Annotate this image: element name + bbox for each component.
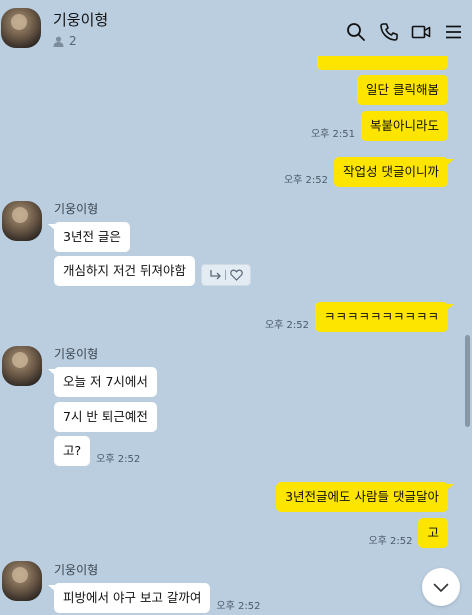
message-row: 고? 오후 2:52: [54, 436, 146, 466]
sender-avatar[interactable]: [2, 201, 42, 241]
message-time: 오후 2:52: [216, 601, 261, 612]
message-bubble[interactable]: 피방에서 야구 보고 갈까여: [47, 583, 211, 613]
scroll-to-bottom-button[interactable]: [422, 568, 460, 606]
message-bubble[interactable]: 복붙아니라도: [360, 111, 448, 141]
sender-avatar[interactable]: [2, 561, 42, 601]
message-bubble[interactable]: 고?: [54, 436, 91, 466]
message-bubble[interactable]: 작업성 댓글이니까: [334, 157, 454, 187]
sender-name: 기웅이형: [54, 347, 99, 361]
heart-icon[interactable]: [230, 266, 243, 285]
message-row: 오후 2:52 ㅋㅋㅋㅋㅋㅋㅋㅋㅋㅋ: [259, 302, 455, 332]
video-call-icon[interactable]: [411, 22, 431, 42]
message-bubble[interactable]: 오늘 저 7시에서: [48, 367, 157, 397]
chat-header: 기웅이형 2: [0, 0, 472, 62]
chat-room-avatar[interactable]: [1, 8, 41, 48]
message-bubble[interactable]: 7시 반 퇴근예전: [54, 402, 157, 432]
message-row: 오후 2:52 작업성 댓글이니까: [278, 157, 454, 187]
message-bubble[interactable]: 3년전글에도 사람들 댓글달아: [276, 482, 454, 512]
message-row: 개심하지 저건 뒤져야함: [54, 256, 251, 286]
message-time: 오후 2:52: [264, 320, 309, 331]
member-count[interactable]: 2: [53, 34, 77, 48]
message-bubble-partial[interactable]: [317, 56, 448, 70]
divider: [225, 270, 227, 280]
message-row: [317, 56, 448, 70]
message-time: 오후 2:52: [368, 536, 413, 547]
menu-icon[interactable]: [444, 22, 464, 42]
message-row: 오후 2:51 복붙아니라도: [305, 111, 448, 141]
message-bubble[interactable]: 3년전 글은: [48, 222, 130, 252]
message-row: 일단 클릭해봄: [357, 75, 448, 105]
message-row: 7시 반 퇴근예전: [54, 402, 157, 432]
message-time: 오후 2:51: [310, 129, 355, 140]
message-bubble[interactable]: 고: [418, 518, 448, 548]
phone-icon[interactable]: [379, 22, 399, 42]
message-row: 오후 2:52 고: [362, 518, 448, 548]
sender-avatar[interactable]: [2, 346, 42, 386]
chevron-down-icon: [433, 578, 449, 597]
message-bubble[interactable]: 개심하지 저건 뒤져야함: [54, 256, 195, 286]
scrollbar-thumb[interactable]: [465, 335, 470, 427]
person-icon: [53, 36, 64, 47]
message-row: 피방에서 야구 보고 갈까여 오후 2:52: [47, 583, 266, 613]
search-icon[interactable]: [346, 22, 366, 42]
message-bubble[interactable]: ㅋㅋㅋㅋㅋㅋㅋㅋㅋㅋ: [314, 302, 455, 332]
message-time: 오후 2:52: [96, 454, 141, 465]
message-bubble[interactable]: 일단 클릭해봄: [357, 75, 448, 105]
chat-window: 기웅이형 2 일단 클릭해봄 오후 2:51 복붙아니라도 오후 2:52 작업…: [0, 0, 472, 615]
message-row: 오늘 저 7시에서: [48, 367, 157, 397]
sender-name: 기웅이형: [54, 563, 99, 577]
message-row: 3년전글에도 사람들 댓글달아: [276, 482, 454, 512]
sender-name: 기웅이형: [54, 202, 99, 216]
reply-icon[interactable]: [209, 266, 222, 285]
member-count-label: 2: [69, 34, 77, 48]
message-row: 3년전 글은: [48, 222, 130, 252]
chat-room-title[interactable]: 기웅이형: [53, 9, 108, 30]
message-time: 오후 2:52: [283, 175, 329, 186]
message-actions: [200, 264, 251, 286]
